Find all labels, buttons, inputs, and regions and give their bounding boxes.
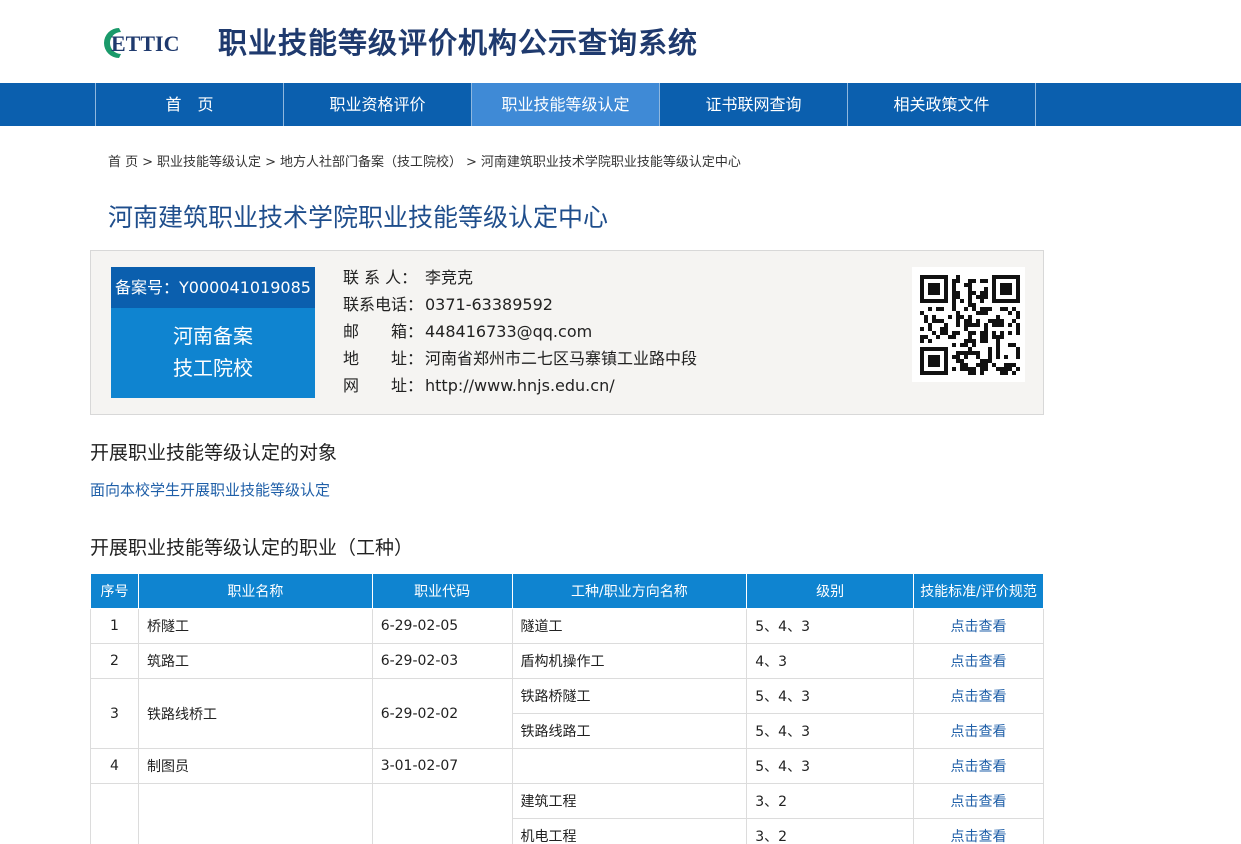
view-standard-link[interactable]: 点击查看 [913,678,1044,714]
site-title: 职业技能等级评价机构公示查询系统 [218,26,699,60]
view-standard-link[interactable]: 点击查看 [913,713,1044,749]
page-title: 河南建筑职业技术学院职业技能等级认定中心 [108,203,609,232]
view-standard-link[interactable]: 点击查看 [913,783,1044,819]
table-header-row: 序号 职业名称 职业代码 工种/职业方向名称 级别 技能标准/评价规范 [90,573,1044,609]
view-standard-link[interactable]: 点击查看 [913,818,1044,844]
direction-name-cell: 铁路桥隧工 [511,678,748,714]
ettic-logo-icon[interactable]: ETTIC [99,24,199,62]
row-number-cell: 4 [90,748,139,784]
table-header-cell: 职业名称 [137,573,373,609]
nav-item-0[interactable]: 首 页 [96,83,284,126]
nav-item-4[interactable]: 相关政策文件 [848,83,1036,126]
direction-name-cell: 铁路线路工 [511,713,748,749]
contact-value: 448416733@qq.com [425,322,593,341]
occupation-table: 序号 职业名称 职业代码 工种/职业方向名称 级别 技能标准/评价规范 1 桥隧工 6-29-… [90,573,1044,844]
contact-row: 邮 箱： 448416733@qq.com [343,318,697,345]
site-header: ETTIC 职业技能等级评价机构公示查询系统 [0,0,1241,83]
direction-name-cell: 隧道工 [511,608,748,644]
contact-value: 0371-63389592 [425,295,553,314]
contact-label: 邮 箱： [343,322,424,341]
occupation-name-cell: 铁路线桥工 [137,678,373,749]
record-badge: 备案号：Y000041019085 河南备案 技工院校 [111,267,315,398]
contact-label: 联 系 人： [343,268,418,287]
breadcrumb-item-2[interactable]: 地方人社部门备案（技工院校） [280,155,462,170]
direction-name-cell: 机电工程 [511,818,748,844]
svg-text:ETTIC: ETTIC [111,31,179,56]
table-row: 3 铁路线桥工 6-29-02-02 铁路桥隧工 5、4、3 点击查看 [90,678,1044,749]
contact-label: 网 址： [343,376,424,395]
badge-line-type: 技工院校 [173,356,253,380]
level-cell: 5、4、3 [746,608,915,644]
contact-row: 联 系 人： 李竞克 [343,264,697,291]
nav-item-2[interactable]: 职业技能等级认定 [472,83,660,126]
contact-value: 河南省郑州市二七区马寨镇工业路中段 [425,349,698,368]
occupation-code-cell [371,783,513,844]
table-header-cell: 技能标准/评价规范 [913,573,1044,609]
main-nav: 首 页职业资格评价 职业技能等级认定 证书联网查询 相关政策文件 [0,83,1241,126]
breadcrumb-separator: > [265,155,276,170]
objects-section-title: 开展职业技能等级认定的对象 [90,442,338,464]
table-row: 4 制图员 3-01-02-07 5、4、3 点击查看 [90,748,1044,784]
contact-label: 联系电话： [343,295,424,314]
level-cell: 3、2 [746,818,915,844]
objects-description-link[interactable]: 面向本校学生开展职业技能等级认定 [90,479,330,500]
occupation-name-cell [137,783,373,844]
occupation-code-cell: 6-29-02-05 [371,608,513,644]
nav-item-1[interactable]: 职业资格评价 [284,83,472,126]
breadcrumb: 首 页 > 职业技能等级认定 > 地方人社部门备案（技工院校） > 河南建筑职业技术学院职业… [108,151,741,170]
table-header-cell: 工种/职业方向名称 [511,573,748,609]
contact-label: 地 址： [343,349,424,368]
level-cell: 3、2 [746,783,915,819]
table-row: 2 筑路工 6-29-02-03 盾构机操作工 4、3 点击查看 [90,643,1044,679]
breadcrumb-separator: > [465,155,477,170]
badge-line-region: 河南备案 [173,324,253,348]
table-header-cell: 序号 [90,573,139,609]
breadcrumb-item-1[interactable]: 职业技能等级认定 [157,155,261,170]
breadcrumb-separator: > [142,155,154,170]
occupation-code-cell: 3-01-02-07 [371,748,513,784]
occupation-name-cell: 制图员 [137,748,373,784]
table-body: 1 桥隧工 6-29-02-05 隧道工 5、4、3 点击查看 2 筑路工 6-29-02-03… [90,608,1044,844]
contact-list: 联 系 人： 李竞克 联系电话： 0371-63389592 邮 箱： 448416733… [343,264,697,399]
view-standard-link[interactable]: 点击查看 [913,608,1044,644]
view-standard-link[interactable]: 点击查看 [913,643,1044,679]
qr-code-icon [912,267,1025,382]
row-number-cell: 3 [90,678,139,749]
view-standard-link[interactable]: 点击查看 [913,748,1044,784]
level-cell: 5、4、3 [746,748,915,784]
table-row: 1 桥隧工 6-29-02-05 隧道工 5、4、3 点击查看 [90,608,1044,644]
level-cell: 5、4、3 [746,713,915,749]
occupation-name-cell: 桥隧工 [137,608,373,644]
direction-name-cell [511,748,748,784]
row-number-cell [90,783,139,844]
table-row: 建筑工程 3、2 点击查看 [90,783,1044,844]
level-cell: 5、4、3 [746,678,915,714]
breadcrumb-item-3[interactable]: 河南建筑职业技术学院职业技能等级认定中心 [481,155,741,170]
row-number-cell: 2 [90,643,139,679]
direction-name-cell: 建筑工程 [511,783,748,819]
record-number: 备案号：Y000041019085 [111,267,315,308]
nav-item-3[interactable]: 证书联网查询 [660,83,848,126]
contact-value: 李竞克 [425,268,474,287]
table-header-cell: 职业代码 [371,573,513,609]
occupation-code-cell: 6-29-02-02 [371,678,513,749]
table-header-cell: 级别 [746,573,915,609]
contact-row: 地 址： 河南省郑州市二七区马寨镇工业路中段 [343,345,697,372]
level-cell: 4、3 [746,643,915,679]
contact-value[interactable]: http://www.hnjs.edu.cn/ [425,372,615,399]
row-number-cell: 1 [90,608,139,644]
org-info-box: 备案号：Y000041019085 河南备案 技工院校 联 系 人： 李竞克 联系电… [90,250,1044,415]
breadcrumb-item-0[interactable]: 首 页 [108,155,138,170]
occupation-name-cell: 筑路工 [137,643,373,679]
occupation-code-cell: 6-29-02-03 [371,643,513,679]
contact-row: 联系电话： 0371-63389592 [343,291,697,318]
occupations-section-title: 开展职业技能等级认定的职业（工种） [90,537,414,559]
direction-name-cell: 盾构机操作工 [511,643,748,679]
contact-row: 网 址： http://www.hnjs.edu.cn/ [343,372,697,399]
nav-list: 首 页职业资格评价 职业技能等级认定 证书联网查询 相关政策文件 [95,83,1036,126]
